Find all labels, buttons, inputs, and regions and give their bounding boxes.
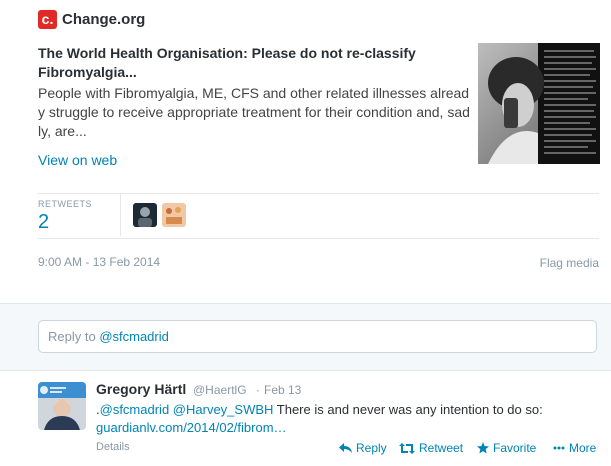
retweets-count[interactable]: 2 (38, 211, 49, 234)
divider (38, 238, 599, 239)
stats-divider (120, 194, 121, 236)
card-thumbnail-image[interactable] (478, 43, 600, 164)
retweets-label: RETWEETS (38, 199, 93, 209)
details-link[interactable]: Details (96, 441, 130, 453)
reply-button[interactable]: Reply (339, 441, 387, 455)
more-label: More (569, 441, 597, 455)
card-description: People with Fibromyalgia, ME, CFS and ot… (38, 85, 470, 139)
card-title[interactable]: The World Health Organisation: Please do… (38, 44, 468, 82)
user-handle[interactable]: @HaertlG (193, 383, 247, 397)
article-link[interactable]: guardianlv.com/2014/02/fibrom… (96, 420, 287, 435)
view-on-web-link[interactable]: View on web (38, 152, 117, 168)
mention-link[interactable]: @Harvey_SWBH (173, 402, 274, 417)
change-org-logo: c. (38, 10, 57, 29)
user-name[interactable]: Gregory Härtl (96, 381, 186, 397)
reply-input[interactable]: Reply to @sfcmadrid (38, 320, 597, 353)
tweet-timestamp[interactable]: 9:00 AM - 13 Feb 2014 (38, 255, 160, 269)
reply-icon (339, 443, 352, 453)
separator: · (256, 383, 260, 397)
retweet-button[interactable]: Retweet (399, 441, 463, 455)
more-button[interactable]: More (553, 441, 596, 455)
more-icon (553, 446, 565, 450)
reply-prefix: Reply to (48, 329, 100, 344)
tweet-time[interactable]: Feb 13 (264, 383, 301, 397)
retweeter-avatar[interactable] (133, 203, 157, 227)
flag-media-link[interactable]: Flag media (540, 256, 599, 270)
divider (38, 193, 599, 194)
retweet-label: Retweet (419, 441, 464, 455)
favorite-label: Favorite (493, 441, 537, 455)
favorite-button[interactable]: Favorite (477, 441, 536, 455)
text-body: There is and never was any intention to … (273, 402, 543, 417)
tweet-text: .@sfcmadrid @Harvey_SWBH There is and ne… (96, 401, 596, 437)
reply-label: Reply (356, 441, 387, 455)
reply-mention: @sfcmadrid (99, 329, 169, 344)
retweet-icon (399, 442, 415, 454)
card-photo (478, 43, 600, 164)
star-icon (477, 442, 489, 454)
retweeter-avatar[interactable] (162, 203, 186, 227)
user-avatar[interactable] (38, 382, 86, 430)
brand-name: Change.org (62, 11, 146, 28)
mention-link[interactable]: @sfcmadrid (100, 402, 170, 417)
